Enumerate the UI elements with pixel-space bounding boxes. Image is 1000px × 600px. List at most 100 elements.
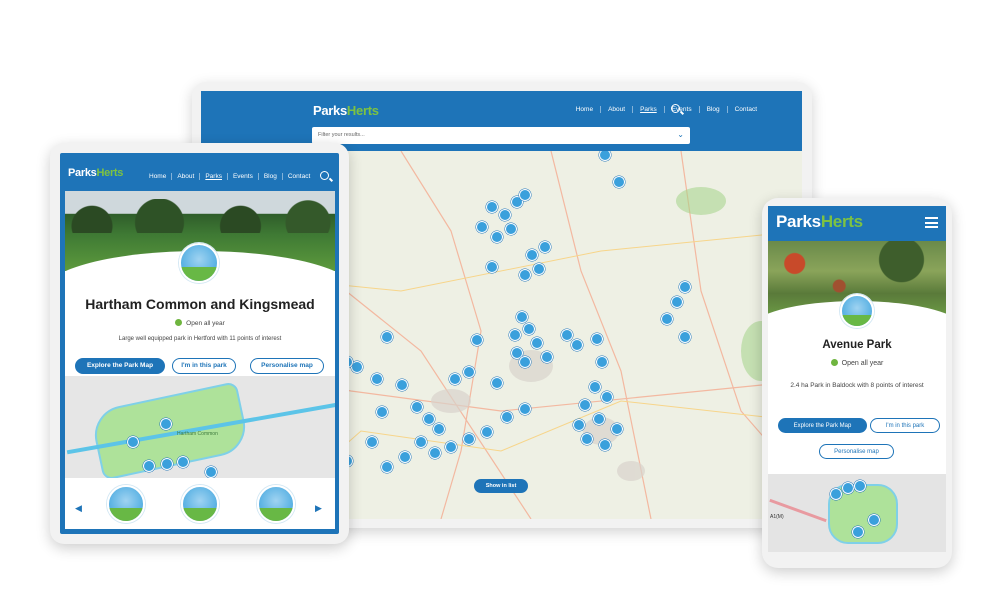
- map-pin[interactable]: [661, 313, 673, 325]
- cafe-icon[interactable]: [181, 485, 219, 523]
- map-pin[interactable]: [491, 231, 503, 243]
- map-pin[interactable]: [429, 447, 441, 459]
- map-pin[interactable]: [679, 281, 691, 293]
- map-pin[interactable]: [509, 329, 521, 341]
- map-pin[interactable]: [476, 221, 488, 233]
- map-pin[interactable]: [613, 176, 625, 188]
- map-pin[interactable]: [143, 460, 155, 472]
- map-pin[interactable]: [505, 223, 517, 235]
- map-pin[interactable]: [449, 373, 461, 385]
- map-pin[interactable]: [471, 334, 483, 346]
- map-pin[interactable]: [399, 451, 411, 463]
- map-pin[interactable]: [519, 403, 531, 415]
- filter-input[interactable]: Filter your results... ⌄: [312, 127, 690, 144]
- map-pin[interactable]: [596, 356, 608, 368]
- map-pin[interactable]: [501, 411, 513, 423]
- map-pin[interactable]: [396, 379, 408, 391]
- map-pin[interactable]: [366, 436, 378, 448]
- map-pin[interactable]: [589, 381, 601, 393]
- nav-about[interactable]: About: [172, 173, 201, 180]
- map-pin[interactable]: [516, 311, 528, 323]
- map-pin[interactable]: [679, 331, 691, 343]
- explore-map-button[interactable]: Explore the Park Map: [778, 418, 867, 433]
- runner-icon[interactable]: [107, 485, 145, 523]
- show-in-list-button[interactable]: Show in list: [474, 479, 528, 493]
- map-pin[interactable]: [571, 339, 583, 351]
- nav-blog[interactable]: Blog: [259, 173, 283, 180]
- in-this-park-button[interactable]: I'm in this park: [172, 358, 236, 374]
- map-pin[interactable]: [486, 261, 498, 273]
- map-pin[interactable]: [611, 423, 623, 435]
- map-pin[interactable]: [581, 433, 593, 445]
- map-pin[interactable]: [463, 366, 475, 378]
- chevron-right-icon[interactable]: ▶: [315, 503, 322, 514]
- map-pin[interactable]: [463, 433, 475, 445]
- phone-header: ParksHerts: [768, 206, 946, 241]
- map-pin[interactable]: [491, 377, 503, 389]
- map-pin[interactable]: [481, 426, 493, 438]
- nav-home[interactable]: Home: [144, 173, 173, 180]
- personalise-map-button[interactable]: Personalise map: [819, 444, 894, 459]
- nav-about[interactable]: About: [601, 106, 634, 113]
- map-pin[interactable]: [161, 458, 173, 470]
- parksherts-logo[interactable]: ParksHerts: [776, 212, 863, 232]
- map-pin[interactable]: [519, 189, 531, 201]
- search-icon[interactable]: [671, 104, 680, 113]
- map-pin[interactable]: [599, 439, 611, 451]
- nav-blog[interactable]: Blog: [700, 106, 728, 113]
- hamburger-menu-icon[interactable]: [925, 217, 938, 228]
- nav-parks[interactable]: Parks: [633, 106, 665, 113]
- map-pin[interactable]: [852, 526, 864, 538]
- flower-icon[interactable]: [257, 485, 295, 523]
- map-pin[interactable]: [541, 351, 553, 363]
- map-pin[interactable]: [519, 356, 531, 368]
- map-pin[interactable]: [160, 418, 172, 430]
- map-pin[interactable]: [868, 514, 880, 526]
- map-pin[interactable]: [526, 249, 538, 261]
- map-pin[interactable]: [205, 466, 217, 478]
- search-icon[interactable]: [320, 171, 329, 180]
- map-pin[interactable]: [411, 401, 423, 413]
- park-map[interactable]: Hartham Common: [65, 376, 335, 478]
- map-pin[interactable]: [127, 436, 139, 448]
- nav-contact[interactable]: Contact: [283, 173, 315, 180]
- map-pin[interactable]: [499, 209, 511, 221]
- map-pin[interactable]: [445, 441, 457, 453]
- map-pin[interactable]: [561, 329, 573, 341]
- parksherts-logo[interactable]: ParksHerts: [313, 103, 379, 118]
- map-pin[interactable]: [177, 456, 189, 468]
- map-pin[interactable]: [539, 241, 551, 253]
- chevron-down-icon[interactable]: ⌄: [677, 130, 684, 139]
- map-pin[interactable]: [381, 331, 393, 343]
- map-pin[interactable]: [591, 333, 603, 345]
- chevron-left-icon[interactable]: ◀: [75, 503, 82, 514]
- nav-parks[interactable]: Parks: [200, 173, 228, 180]
- map-pin[interactable]: [376, 406, 388, 418]
- map-pin[interactable]: [381, 461, 393, 473]
- park-map[interactable]: A1(M): [768, 474, 946, 552]
- nav-events[interactable]: Events: [228, 173, 259, 180]
- map-pin[interactable]: [486, 201, 498, 213]
- map-pin[interactable]: [531, 337, 543, 349]
- map-pin[interactable]: [854, 480, 866, 492]
- map-pin[interactable]: [519, 269, 531, 281]
- map-pin[interactable]: [533, 263, 545, 275]
- map-pin[interactable]: [830, 488, 842, 500]
- map-pin[interactable]: [523, 323, 535, 335]
- in-this-park-button[interactable]: I'm in this park: [870, 418, 940, 433]
- personalise-map-button[interactable]: Personalise map: [250, 358, 324, 374]
- map-pin[interactable]: [371, 373, 383, 385]
- map-pin[interactable]: [433, 423, 445, 435]
- nav-contact[interactable]: Contact: [728, 106, 764, 113]
- map-pin[interactable]: [671, 296, 683, 308]
- map-pin[interactable]: [415, 436, 427, 448]
- map-pin[interactable]: [423, 413, 435, 425]
- map-pin[interactable]: [601, 391, 613, 403]
- map-pin[interactable]: [842, 482, 854, 494]
- nav-home[interactable]: Home: [569, 106, 602, 113]
- parksherts-logo[interactable]: ParksHerts: [68, 167, 123, 179]
- explore-map-button[interactable]: Explore the Park Map: [75, 358, 165, 374]
- map-pin[interactable]: [579, 399, 591, 411]
- map-pin[interactable]: [573, 419, 585, 431]
- map-pin[interactable]: [593, 413, 605, 425]
